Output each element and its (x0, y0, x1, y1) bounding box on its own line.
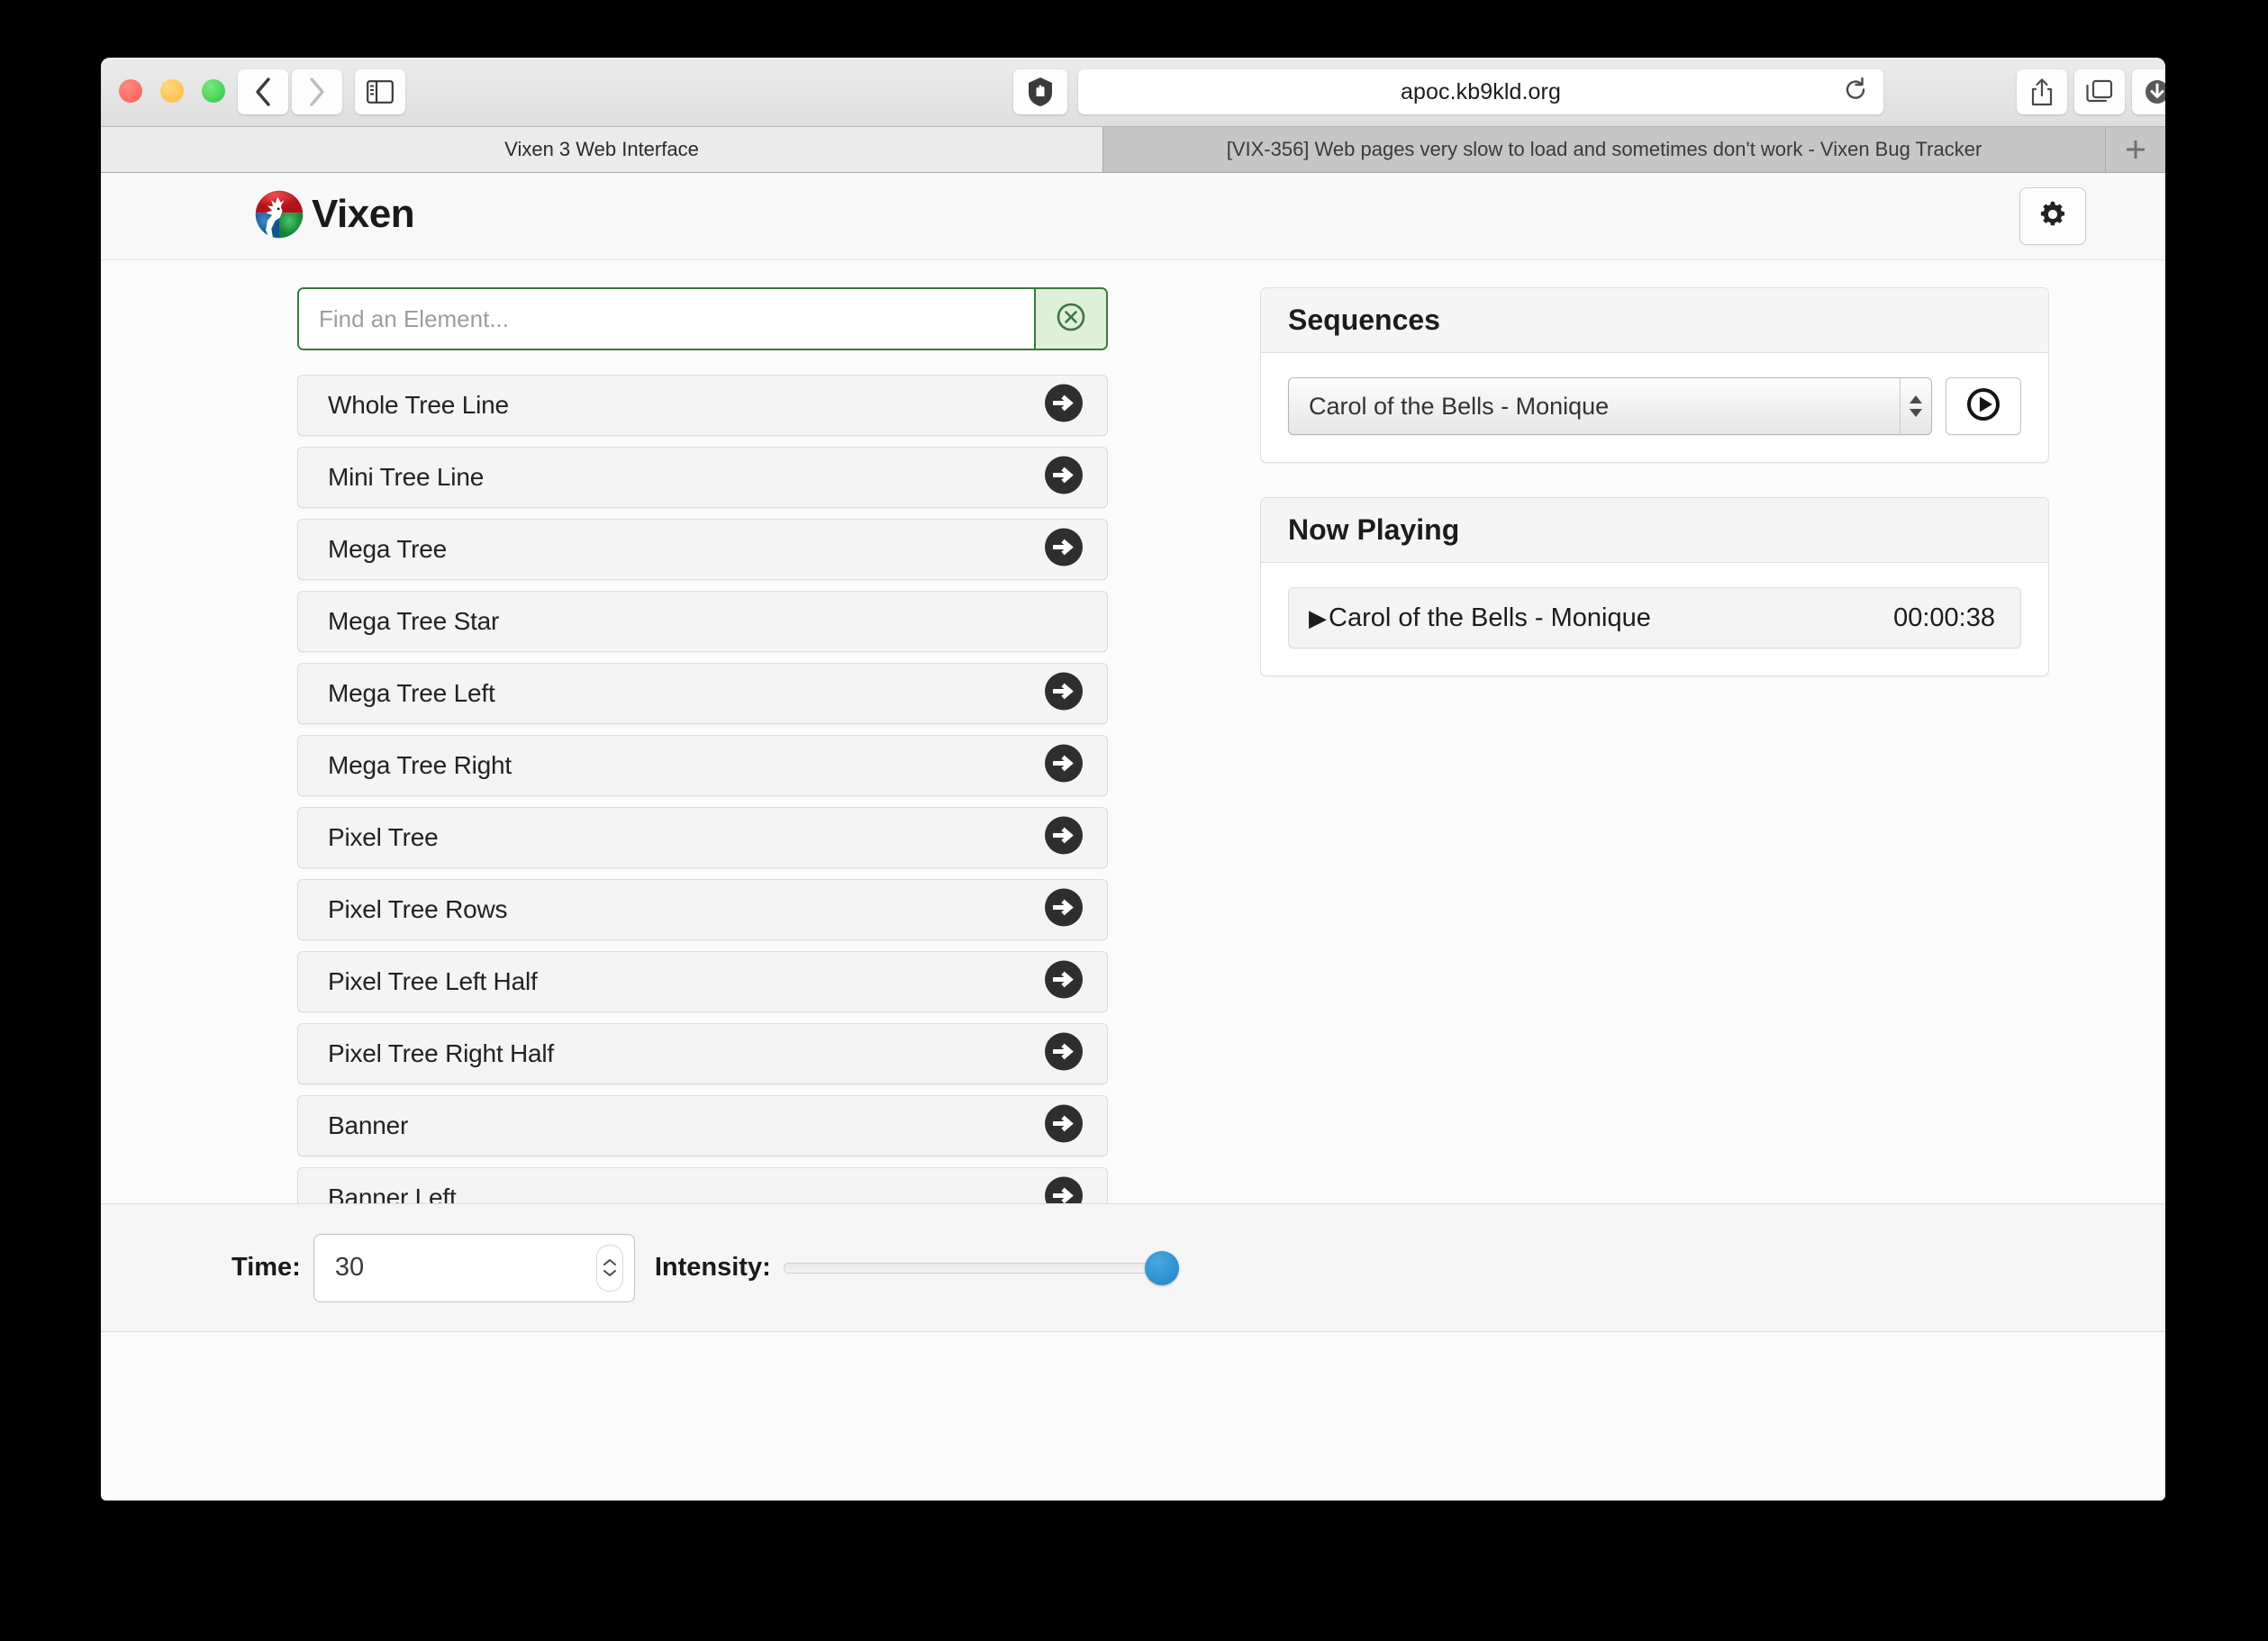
sequence-select[interactable]: Carol of the Bells - Monique (1288, 377, 1932, 435)
element-arrow-icon[interactable] (1040, 743, 1087, 789)
element-list-item[interactable]: Whole Tree Line (297, 375, 1108, 436)
element-search (297, 287, 1108, 350)
brand: Vixen (254, 189, 415, 240)
play-triangle-icon: ▶ (1309, 604, 1327, 631)
downloads-icon[interactable] (2132, 69, 2165, 114)
element-arrow-icon[interactable] (1040, 887, 1087, 933)
now-playing-item[interactable]: ▶ Carol of the Bells - Monique 00:00:38 (1288, 587, 2021, 648)
element-list-item-label: Mini Tree Line (328, 463, 485, 491)
sidebar-panels: Sequences Carol of the Bells - Monique N… (1260, 287, 2049, 711)
back-icon[interactable] (238, 69, 288, 114)
intensity-label: Intensity: (654, 1253, 771, 1282)
browser-tab-2-title: [VIX-356] Web pages very slow to load an… (1226, 138, 1982, 160)
clear-search-button[interactable] (1034, 289, 1106, 349)
intensity-slider[interactable] (783, 1250, 1179, 1285)
element-list-item[interactable]: Pixel Tree Rows (297, 879, 1108, 940)
sequences-panel-title: Sequences (1261, 288, 2048, 353)
element-list-item[interactable]: Pixel Tree Right Half (297, 1023, 1108, 1084)
time-stepper-arrows-icon[interactable] (595, 1244, 623, 1292)
element-list: Whole Tree Line Mini Tree Line Mega Tree Me… (297, 375, 1108, 1228)
now-playing-track: Carol of the Bells - Monique (1329, 603, 1651, 632)
page-footer (101, 1332, 2165, 1375)
element-list-item[interactable]: Mega Tree Left (297, 663, 1108, 724)
close-window-button[interactable] (119, 79, 142, 103)
sequence-select-value: Carol of the Bells - Monique (1309, 392, 1610, 420)
now-playing-panel-title: Now Playing (1261, 498, 2048, 563)
element-arrow-icon[interactable] (1040, 671, 1087, 717)
tab-overview-icon[interactable] (2074, 69, 2125, 114)
browser-toolbar: apoc.kb9kld.org (101, 58, 2165, 127)
url-text: apoc.kb9kld.org (1400, 78, 1561, 104)
now-playing-panel: Now Playing ▶ Carol of the Bells - Moniq… (1260, 497, 2049, 676)
element-arrow-icon[interactable] (1040, 527, 1087, 573)
element-arrow-icon[interactable] (1040, 383, 1087, 429)
sidebar-icon[interactable] (355, 69, 405, 114)
url-bar[interactable]: apoc.kb9kld.org (1078, 69, 1883, 114)
element-list-item-label: Mega Tree Star (328, 607, 500, 635)
brand-name: Vixen (312, 192, 415, 236)
now-playing-time: 00:00:38 (1893, 603, 1995, 632)
clear-circle-x-icon (1054, 300, 1088, 339)
element-list-item[interactable]: Pixel Tree Left Half (297, 951, 1108, 1012)
settings-button[interactable] (2019, 187, 2086, 245)
intensity-slider-thumb[interactable] (1144, 1250, 1179, 1285)
shield-blocker-icon[interactable] (1013, 69, 1067, 114)
page-content: Vixen Find an Element... Whole Tree Line… (101, 173, 2165, 1500)
element-arrow-icon[interactable] (1040, 959, 1087, 1005)
browser-tab-2[interactable]: [VIX-356] Web pages very slow to load an… (1103, 127, 2106, 172)
elements-column: Whole Tree Line Mini Tree Line Mega Tree Me… (297, 287, 1108, 1239)
search-input[interactable] (299, 289, 1034, 349)
element-arrow-icon[interactable] (1040, 1031, 1087, 1077)
element-list-item[interactable]: Mini Tree Line (297, 447, 1108, 508)
element-arrow-icon[interactable] (1040, 1103, 1087, 1149)
element-list-item-label: Pixel Tree Right Half (328, 1039, 555, 1067)
browser-tab-bar: Vixen 3 Web Interface [VIX-356] Web page… (101, 127, 2165, 173)
browser-tab-1-title: Vixen 3 Web Interface (504, 138, 699, 160)
window-traffic-lights (119, 79, 225, 103)
element-arrow-icon[interactable] (1040, 815, 1087, 861)
forward-icon[interactable] (292, 69, 342, 114)
element-list-item-label: Mega Tree Left (328, 679, 495, 707)
element-list-item[interactable]: Mega Tree Star (297, 591, 1108, 652)
element-list-item-label: Mega Tree (328, 535, 448, 563)
element-list-item[interactable]: Pixel Tree (297, 807, 1108, 868)
minimize-window-button[interactable] (160, 79, 184, 103)
app-header: Vixen (101, 173, 2165, 260)
element-list-item-label: Mega Tree Right (328, 751, 512, 779)
sequences-panel: Sequences Carol of the Bells - Monique (1260, 287, 2049, 463)
play-circle-icon (1964, 385, 2003, 429)
element-list-item-label: Banner (328, 1111, 409, 1139)
time-value: 30 (334, 1253, 365, 1282)
playback-controls-bar: Time: 30 Intensity: (101, 1203, 2165, 1332)
main-body: Whole Tree Line Mini Tree Line Mega Tree Me… (101, 260, 2165, 1375)
element-list-item-label: Pixel Tree Rows (328, 895, 508, 923)
time-stepper[interactable]: 30 (313, 1233, 635, 1302)
element-list-item[interactable]: Mega Tree Right (297, 735, 1108, 796)
time-label: Time: (231, 1253, 301, 1282)
browser-window: apoc.kb9kld.org Vixen 3 Web Interface [V… (101, 58, 2165, 1500)
reload-icon[interactable] (1842, 77, 1869, 108)
maximize-window-button[interactable] (202, 79, 225, 103)
updown-arrows-icon (1900, 378, 1931, 434)
element-list-item-label: Whole Tree Line (328, 391, 509, 419)
new-tab-button[interactable] (2106, 127, 2165, 172)
vixen-reindeer-logo (255, 190, 304, 239)
play-sequence-button[interactable] (1946, 377, 2021, 435)
element-arrow-icon[interactable] (1040, 455, 1087, 501)
element-list-item-label: Pixel Tree Left Half (328, 967, 538, 995)
element-list-item[interactable]: Mega Tree (297, 519, 1108, 580)
gear-icon (2038, 200, 2067, 233)
element-list-item-label: Pixel Tree (328, 823, 439, 851)
browser-tab-1[interactable]: Vixen 3 Web Interface (101, 127, 1103, 172)
element-list-item[interactable]: Banner (297, 1095, 1108, 1156)
intensity-slider-track (783, 1262, 1162, 1274)
share-icon[interactable] (2017, 69, 2067, 114)
